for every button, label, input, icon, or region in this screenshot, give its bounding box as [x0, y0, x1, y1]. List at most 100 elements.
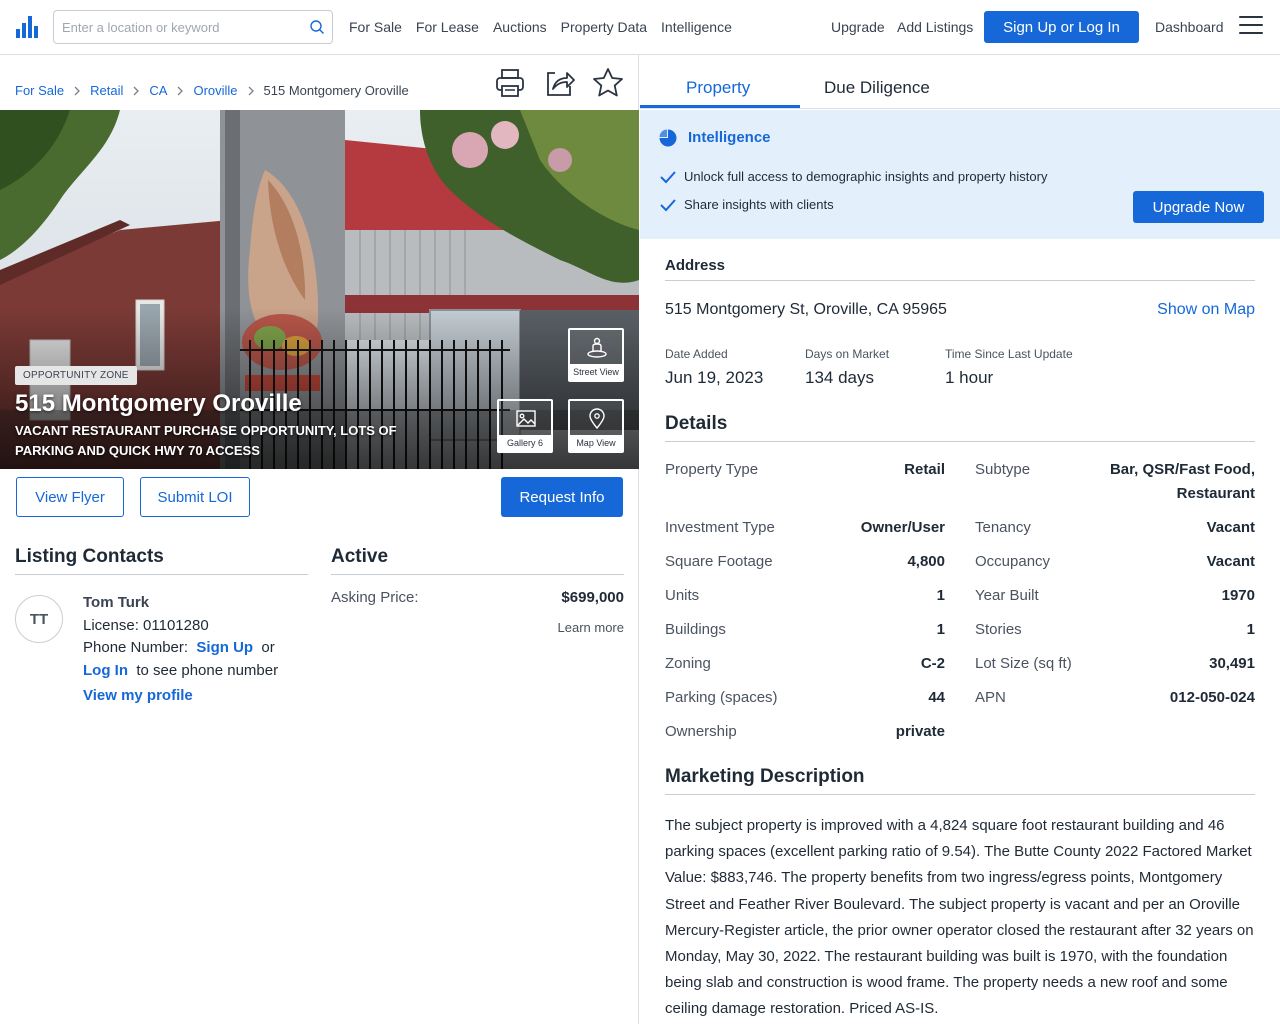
asking-price-value: $699,000	[561, 589, 624, 606]
crexi-logo-icon[interactable]	[14, 14, 40, 40]
divider	[15, 574, 308, 575]
breadcrumb-for-sale[interactable]: For Sale	[15, 83, 64, 98]
contact-card: Tom Turk License: 01101280 Phone Number:…	[83, 592, 313, 708]
tab-due-diligence[interactable]: Due Diligence	[824, 78, 930, 98]
contact-phone-line-2: Log In to see phone number	[83, 660, 313, 683]
top-nav: For Sale For Lease Auctions Property Dat…	[0, 0, 1280, 55]
street-view-icon	[587, 337, 607, 358]
days-on-market-value: 134 days	[805, 368, 874, 387]
detail-label: APN	[975, 689, 1006, 706]
star-favorite-icon[interactable]	[592, 67, 624, 99]
map-pin-icon	[589, 408, 605, 430]
pie-chart-icon	[659, 129, 677, 147]
street-view-label: Street View	[570, 364, 622, 380]
map-view-label: Map View	[570, 435, 622, 451]
street-view-button[interactable]: Street View	[568, 328, 624, 382]
detail-value: 4,800	[907, 553, 945, 570]
detail-label: Square Footage	[665, 553, 773, 570]
left-column: For Sale Retail CA Oroville 515 Montgome…	[0, 55, 639, 1024]
detail-value: private	[895, 723, 945, 740]
detail-value: Bar, QSR/Fast Food, Restaurant	[1109, 461, 1255, 502]
show-on-map-link[interactable]: Show on Map	[1140, 301, 1255, 319]
detail-value: 1	[936, 587, 945, 604]
address-heading: Address	[665, 257, 726, 274]
submit-loi-button[interactable]: Submit LOI	[140, 477, 250, 517]
checkmark-icon	[660, 171, 676, 184]
chevron-right-icon	[238, 86, 264, 96]
detail-value: 44	[928, 689, 945, 706]
contact-avatar: TT	[15, 595, 63, 643]
image-gallery-icon	[516, 410, 536, 427]
breadcrumb-current: 515 Montgomery Oroville	[263, 83, 409, 98]
contact-name: Tom Turk	[83, 594, 150, 611]
nav-link-add-listings[interactable]: Add Listings	[897, 19, 973, 35]
detail-label: Zoning	[665, 655, 711, 672]
contact-license: License: 01101280	[83, 616, 209, 634]
nav-links: For Sale For Lease Auctions Property Dat…	[349, 19, 732, 35]
date-added-label: Date Added	[665, 347, 728, 361]
upgrade-now-button[interactable]: Upgrade Now	[1133, 191, 1264, 223]
nav-link-for-sale[interactable]: For Sale	[349, 19, 402, 35]
search-icon[interactable]	[309, 19, 325, 35]
checkmark-icon	[660, 199, 676, 212]
detail-label: Investment Type	[665, 519, 775, 536]
search-box[interactable]	[53, 10, 333, 44]
nav-link-auctions[interactable]: Auctions	[493, 19, 547, 35]
listing-contacts-heading: Listing Contacts	[15, 546, 164, 567]
request-info-button[interactable]: Request Info	[501, 477, 623, 517]
detail-value: Owner/User	[860, 519, 945, 536]
or-text: or	[261, 639, 275, 656]
sign-up-link[interactable]: Sign Up	[196, 639, 253, 656]
active-tab-indicator	[640, 105, 800, 108]
detail-value: Vacant	[1206, 553, 1255, 570]
detail-label: Tenancy	[975, 519, 1031, 536]
hero-photo[interactable]: OPPORTUNITY ZONE 515 Montgomery Oroville…	[0, 110, 639, 469]
view-flyer-button[interactable]: View Flyer	[16, 477, 124, 517]
view-profile-link[interactable]: View my profile	[83, 685, 313, 708]
contact-phone-line: Phone Number: Sign Up or	[83, 637, 313, 660]
detail-label: Ownership	[665, 723, 737, 740]
phone-label: Phone Number:	[83, 639, 189, 656]
address-line: 515 Montgomery St, Oroville, CA 95965	[665, 301, 947, 318]
listing-title: 515 Montgomery Oroville	[15, 390, 302, 417]
nav-link-upgrade[interactable]: Upgrade	[831, 19, 885, 35]
breadcrumb-oroville[interactable]: Oroville	[193, 83, 237, 98]
share-icon[interactable]	[543, 67, 575, 99]
nav-link-intelligence[interactable]: Intelligence	[661, 19, 732, 35]
chevron-right-icon	[64, 86, 90, 96]
detail-value: Vacant	[1206, 519, 1255, 536]
listing-subtitle: VACANT RESTAURANT PURCHASE OPPORTUNITY, …	[15, 423, 397, 458]
search-input[interactable]	[54, 11, 294, 43]
map-view-button[interactable]: Map View	[568, 399, 624, 453]
gallery-button[interactable]: Gallery 6	[497, 399, 553, 453]
sign-up-login-button[interactable]: Sign Up or Log In	[984, 11, 1139, 43]
detail-label: Property Type	[665, 461, 759, 478]
phone-suffix: to see phone number	[136, 661, 279, 679]
divider	[665, 441, 1255, 442]
detail-value: 012-050-024	[1169, 689, 1255, 706]
intelligence-item: Share insights with clients	[684, 197, 834, 212]
days-on-market-label: Days on Market	[805, 347, 890, 361]
learn-more-link[interactable]: Learn more	[520, 620, 624, 635]
last-update-label: Time Since Last Update	[945, 347, 1073, 361]
print-icon[interactable]	[494, 67, 526, 99]
intelligence-panel: Intelligence Unlock full access to demog…	[640, 110, 1280, 239]
last-update-value: 1 hour	[945, 368, 994, 387]
tab-property[interactable]: Property	[686, 78, 750, 98]
detail-label: Occupancy	[975, 553, 1051, 570]
detail-value: 1	[936, 621, 945, 638]
detail-label: Stories	[975, 621, 1022, 638]
asking-price-label: Asking Price:	[331, 589, 419, 606]
breadcrumb-retail[interactable]: Retail	[90, 83, 123, 98]
nav-link-property-data[interactable]: Property Data	[561, 19, 647, 35]
detail-value: 1970	[1221, 587, 1255, 604]
date-added-value: Jun 19, 2023	[665, 368, 764, 387]
detail-value: 1	[1246, 621, 1255, 638]
breadcrumb: For Sale Retail CA Oroville 515 Montgome…	[15, 83, 409, 98]
nav-link-dashboard[interactable]: Dashboard	[1155, 19, 1224, 35]
breadcrumb-ca[interactable]: CA	[149, 83, 167, 98]
intelligence-title: Intelligence	[688, 129, 771, 146]
hamburger-menu-icon[interactable]	[1239, 16, 1263, 36]
log-in-link[interactable]: Log In	[83, 662, 128, 679]
nav-link-for-lease[interactable]: For Lease	[416, 19, 479, 35]
